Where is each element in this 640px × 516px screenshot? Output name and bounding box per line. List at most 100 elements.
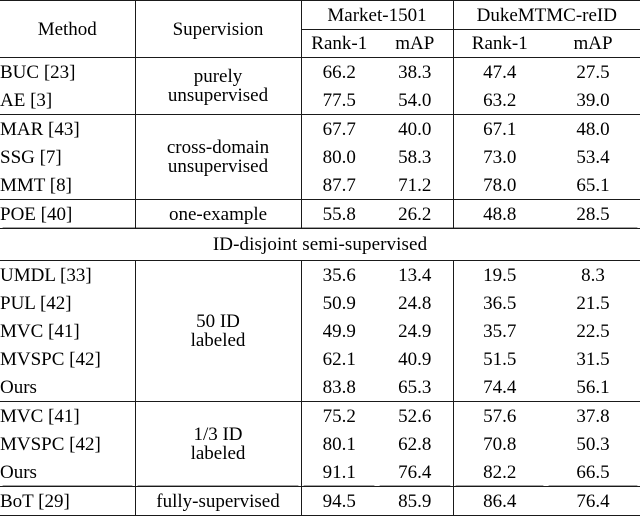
cell-duke-map: 28.5 bbox=[546, 199, 640, 229]
table-row: MVSPC [42] 62.1 40.9 51.5 31.5 bbox=[0, 345, 640, 373]
cell-method: MMT [8] bbox=[0, 171, 136, 200]
cell-market-map: 58.3 bbox=[377, 143, 454, 171]
cell-market-rank1: 87.7 bbox=[322, 174, 356, 196]
header-group-row: Method Supervision Market-1501 DukeMTMC-… bbox=[0, 0, 640, 58]
cell-method: MVSPC [42] bbox=[0, 345, 136, 373]
cell-method: MVSPC [42] bbox=[0, 430, 136, 458]
cell-market-rank1: 80.0 bbox=[322, 146, 356, 168]
cell-duke-map: 76.4 bbox=[546, 486, 640, 516]
cell-market-map: 54.0 bbox=[377, 86, 454, 115]
results-table: Method Supervision Market-1501 DukeMTMC-… bbox=[0, 0, 640, 516]
cell-duke-map: 8.3 bbox=[546, 260, 640, 289]
cell-market-map: 76.4 bbox=[377, 458, 454, 487]
supervision-line-1: fully-supervised bbox=[156, 490, 280, 512]
cell-duke-rank1: 57.6 bbox=[453, 401, 547, 430]
table-body: BUC [23] purely unsupervised 66.2 38.3 47.4 27… bbox=[0, 57, 640, 516]
table-row: MVSPC [42] 80.1 62.8 70.8 50.3 bbox=[0, 430, 640, 458]
column-header-market-map: mAP bbox=[377, 29, 454, 58]
cell-market-map: 65.3 bbox=[377, 373, 454, 402]
cell-duke-rank1: 63.2 bbox=[483, 89, 517, 111]
cell-method: AE [3] bbox=[0, 86, 136, 115]
table-row: PUL [42] 50.9 24.8 36.5 21.5 bbox=[0, 289, 640, 317]
cell-duke-rank1: 35.7 bbox=[483, 320, 517, 342]
supervision-line-2: labeled bbox=[190, 443, 246, 464]
table-row: BUC [23] purely unsupervised 66.2 38.3 47.4 27… bbox=[0, 57, 640, 115]
cell-duke-map: 50.3 bbox=[576, 433, 610, 455]
cell-method: POE [40] bbox=[0, 199, 136, 229]
table-row: MVC [41] 49.9 24.9 35.7 22.5 bbox=[0, 317, 640, 345]
section-header-id-disjoint: ID-disjoint semi-supervised bbox=[0, 228, 640, 261]
cell-duke-map: 66.5 bbox=[576, 461, 610, 483]
table-header: Method Supervision Market-1501 DukeMTMC-… bbox=[0, 0, 640, 58]
supervision-line-2: labeled bbox=[190, 330, 246, 351]
cell-method: SSG [7] bbox=[0, 143, 136, 171]
table-row: UMDL [33] 50 ID labeled 35.6 13.4 19.5 8.3 bbox=[0, 260, 640, 402]
supervision-line-1: one-example bbox=[168, 203, 268, 225]
cell-supervision: purely unsupervised bbox=[135, 57, 302, 115]
column-header-duke-rank1: Rank-1 bbox=[471, 33, 528, 54]
cell-market-rank1: 50.9 bbox=[322, 292, 356, 314]
cell-market-rank1: 80.1 bbox=[322, 433, 356, 455]
cell-duke-map: 39.0 bbox=[576, 89, 610, 111]
cell-market-rank1: 94.5 bbox=[301, 486, 377, 516]
cell-market-map: 13.4 bbox=[377, 260, 454, 289]
cell-method: MVC [41] bbox=[0, 317, 136, 345]
cell-method: PUL [42] bbox=[0, 289, 136, 317]
cell-method: BoT [29] bbox=[0, 486, 136, 516]
cell-duke-map: 21.5 bbox=[576, 292, 610, 314]
cell-duke-map: 31.5 bbox=[576, 348, 610, 370]
supervision-line-2: unsupervised bbox=[167, 85, 269, 106]
cell-method: Ours bbox=[0, 373, 136, 402]
section-header-row: ID-disjoint semi-supervised bbox=[0, 228, 640, 261]
cell-duke-map: 56.1 bbox=[576, 376, 610, 398]
table-row: Ours 91.1 76.4 82.2 66.5 bbox=[0, 458, 640, 487]
supervision-line-1: cross-domain bbox=[166, 137, 270, 158]
table-row: MVC [41] 1/3 ID labeled 75.2 52.6 57.6 37.8 bbox=[0, 401, 640, 487]
table-row: AE [3] 77.5 54.0 63.2 39.0 bbox=[0, 86, 640, 115]
cell-duke-map: 22.5 bbox=[576, 320, 610, 342]
cell-market-rank1: 66.2 bbox=[301, 57, 377, 86]
cell-market-map: 40.9 bbox=[377, 345, 454, 373]
cell-market-map: 38.3 bbox=[377, 57, 454, 86]
cell-method: MVC [41] bbox=[0, 401, 136, 430]
cell-market-map: 24.9 bbox=[377, 317, 454, 345]
table-row: POE [40] one-example 55.8 26.2 48.8 28.5 bbox=[0, 199, 640, 229]
cell-market-map: 71.2 bbox=[377, 171, 454, 200]
column-header-market-rank1: Rank-1 bbox=[311, 33, 368, 54]
cell-market-rank1: 49.9 bbox=[322, 320, 356, 342]
cell-market-rank1: 55.8 bbox=[301, 199, 377, 229]
table-row: Ours 83.8 65.3 74.4 56.1 bbox=[0, 373, 640, 402]
column-header-duke-group: DukeMTMC-reID bbox=[453, 0, 640, 30]
cell-market-map: 52.6 bbox=[377, 401, 454, 430]
cell-market-rank1: 77.5 bbox=[322, 89, 356, 111]
table-row: MAR [43] cross-domain unsupervised 67.7 40.0… bbox=[0, 114, 640, 200]
cell-duke-map: 37.8 bbox=[546, 401, 640, 430]
cell-method: MAR [43] bbox=[0, 114, 136, 143]
cell-duke-rank1: 86.4 bbox=[453, 486, 547, 516]
table-row: MMT [8] 87.7 71.2 78.0 65.1 bbox=[0, 171, 640, 200]
cell-duke-rank1: 70.8 bbox=[483, 433, 517, 455]
supervision-line-1: purely bbox=[193, 66, 243, 87]
cell-method: Ours bbox=[0, 458, 136, 487]
cell-supervision: one-example bbox=[135, 199, 302, 229]
cell-market-rank1: 91.1 bbox=[322, 461, 356, 483]
cell-duke-map: 65.1 bbox=[576, 174, 610, 196]
table-row: SSG [7] 80.0 58.3 73.0 53.4 bbox=[0, 143, 640, 171]
supervision-line-2: unsupervised bbox=[167, 156, 269, 177]
cell-duke-rank1: 36.5 bbox=[483, 292, 517, 314]
column-header-supervision: Supervision bbox=[135, 0, 302, 58]
cell-duke-rank1: 67.1 bbox=[453, 114, 547, 143]
cell-duke-rank1: 51.5 bbox=[483, 348, 517, 370]
cell-market-map: 26.2 bbox=[377, 199, 454, 229]
cell-supervision: 50 ID labeled bbox=[135, 260, 302, 402]
cell-supervision: 1/3 ID labeled bbox=[135, 401, 302, 487]
cell-duke-rank1: 82.2 bbox=[483, 461, 517, 483]
cell-supervision: fully-supervised bbox=[135, 486, 302, 516]
cell-duke-map: 53.4 bbox=[576, 146, 610, 168]
cell-duke-rank1: 19.5 bbox=[453, 260, 547, 289]
supervision-line-1: 50 ID bbox=[196, 311, 240, 332]
column-header-method: Method bbox=[0, 0, 136, 58]
column-header-duke-map: mAP bbox=[573, 33, 613, 54]
cell-market-rank1: 67.7 bbox=[301, 114, 377, 143]
cell-duke-rank1: 47.4 bbox=[453, 57, 547, 86]
